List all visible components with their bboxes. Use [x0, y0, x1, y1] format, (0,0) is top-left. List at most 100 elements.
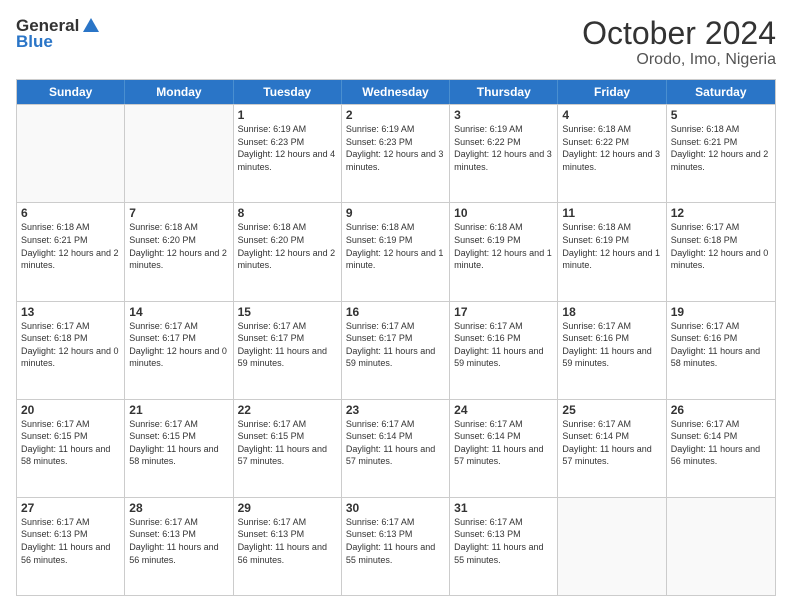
- calendar-header: SundayMondayTuesdayWednesdayThursdayFrid…: [17, 80, 775, 104]
- day-info: Sunrise: 6:18 AM Sunset: 6:19 PM Dayligh…: [454, 221, 553, 271]
- calendar-cell-12: 12Sunrise: 6:17 AM Sunset: 6:18 PM Dayli…: [667, 203, 775, 300]
- logo: General Blue: [16, 16, 101, 52]
- calendar: SundayMondayTuesdayWednesdayThursdayFrid…: [16, 79, 776, 596]
- calendar-cell-16: 16Sunrise: 6:17 AM Sunset: 6:17 PM Dayli…: [342, 302, 450, 399]
- calendar-cell-21: 21Sunrise: 6:17 AM Sunset: 6:15 PM Dayli…: [125, 400, 233, 497]
- week-row-1: 6Sunrise: 6:18 AM Sunset: 6:21 PM Daylig…: [17, 202, 775, 300]
- calendar-cell-19: 19Sunrise: 6:17 AM Sunset: 6:16 PM Dayli…: [667, 302, 775, 399]
- day-info: Sunrise: 6:17 AM Sunset: 6:16 PM Dayligh…: [671, 320, 771, 370]
- day-info: Sunrise: 6:17 AM Sunset: 6:17 PM Dayligh…: [238, 320, 337, 370]
- day-info: Sunrise: 6:18 AM Sunset: 6:21 PM Dayligh…: [671, 123, 771, 173]
- header-cell-thursday: Thursday: [450, 80, 558, 104]
- calendar-cell-6: 6Sunrise: 6:18 AM Sunset: 6:21 PM Daylig…: [17, 203, 125, 300]
- week-row-4: 27Sunrise: 6:17 AM Sunset: 6:13 PM Dayli…: [17, 497, 775, 595]
- title-section: October 2024 Orodo, Imo, Nigeria: [582, 16, 776, 69]
- calendar-cell-27: 27Sunrise: 6:17 AM Sunset: 6:13 PM Dayli…: [17, 498, 125, 595]
- day-info: Sunrise: 6:17 AM Sunset: 6:14 PM Dayligh…: [671, 418, 771, 468]
- day-number: 15: [238, 305, 337, 319]
- day-number: 19: [671, 305, 771, 319]
- day-info: Sunrise: 6:17 AM Sunset: 6:13 PM Dayligh…: [238, 516, 337, 566]
- calendar-cell-31: 31Sunrise: 6:17 AM Sunset: 6:13 PM Dayli…: [450, 498, 558, 595]
- day-info: Sunrise: 6:18 AM Sunset: 6:19 PM Dayligh…: [346, 221, 445, 271]
- day-number: 1: [238, 108, 337, 122]
- week-row-3: 20Sunrise: 6:17 AM Sunset: 6:15 PM Dayli…: [17, 399, 775, 497]
- day-info: Sunrise: 6:19 AM Sunset: 6:23 PM Dayligh…: [238, 123, 337, 173]
- calendar-cell-2: 2Sunrise: 6:19 AM Sunset: 6:23 PM Daylig…: [342, 105, 450, 202]
- header-cell-sunday: Sunday: [17, 80, 125, 104]
- calendar-cell-empty-6: [667, 498, 775, 595]
- day-number: 13: [21, 305, 120, 319]
- calendar-cell-15: 15Sunrise: 6:17 AM Sunset: 6:17 PM Dayli…: [234, 302, 342, 399]
- day-info: Sunrise: 6:17 AM Sunset: 6:16 PM Dayligh…: [562, 320, 661, 370]
- calendar-cell-8: 8Sunrise: 6:18 AM Sunset: 6:20 PM Daylig…: [234, 203, 342, 300]
- day-info: Sunrise: 6:18 AM Sunset: 6:19 PM Dayligh…: [562, 221, 661, 271]
- week-row-2: 13Sunrise: 6:17 AM Sunset: 6:18 PM Dayli…: [17, 301, 775, 399]
- calendar-cell-24: 24Sunrise: 6:17 AM Sunset: 6:14 PM Dayli…: [450, 400, 558, 497]
- day-info: Sunrise: 6:18 AM Sunset: 6:20 PM Dayligh…: [238, 221, 337, 271]
- calendar-cell-empty-0: [17, 105, 125, 202]
- day-number: 28: [129, 501, 228, 515]
- day-number: 2: [346, 108, 445, 122]
- day-info: Sunrise: 6:17 AM Sunset: 6:13 PM Dayligh…: [346, 516, 445, 566]
- day-number: 17: [454, 305, 553, 319]
- day-number: 11: [562, 206, 661, 220]
- day-number: 29: [238, 501, 337, 515]
- day-info: Sunrise: 6:17 AM Sunset: 6:17 PM Dayligh…: [129, 320, 228, 370]
- day-number: 25: [562, 403, 661, 417]
- location-title: Orodo, Imo, Nigeria: [582, 51, 776, 69]
- day-info: Sunrise: 6:17 AM Sunset: 6:14 PM Dayligh…: [346, 418, 445, 468]
- calendar-cell-30: 30Sunrise: 6:17 AM Sunset: 6:13 PM Dayli…: [342, 498, 450, 595]
- day-number: 24: [454, 403, 553, 417]
- header-cell-wednesday: Wednesday: [342, 80, 450, 104]
- day-info: Sunrise: 6:17 AM Sunset: 6:15 PM Dayligh…: [21, 418, 120, 468]
- day-number: 23: [346, 403, 445, 417]
- day-info: Sunrise: 6:17 AM Sunset: 6:18 PM Dayligh…: [671, 221, 771, 271]
- day-number: 5: [671, 108, 771, 122]
- page: General Blue October 2024 Orodo, Imo, Ni…: [0, 0, 792, 612]
- day-info: Sunrise: 6:17 AM Sunset: 6:13 PM Dayligh…: [21, 516, 120, 566]
- day-number: 8: [238, 206, 337, 220]
- day-number: 22: [238, 403, 337, 417]
- day-info: Sunrise: 6:18 AM Sunset: 6:20 PM Dayligh…: [129, 221, 228, 271]
- day-number: 26: [671, 403, 771, 417]
- calendar-cell-18: 18Sunrise: 6:17 AM Sunset: 6:16 PM Dayli…: [558, 302, 666, 399]
- logo-icon: [81, 16, 101, 36]
- calendar-cell-5: 5Sunrise: 6:18 AM Sunset: 6:21 PM Daylig…: [667, 105, 775, 202]
- day-number: 6: [21, 206, 120, 220]
- day-info: Sunrise: 6:18 AM Sunset: 6:21 PM Dayligh…: [21, 221, 120, 271]
- calendar-cell-7: 7Sunrise: 6:18 AM Sunset: 6:20 PM Daylig…: [125, 203, 233, 300]
- calendar-cell-14: 14Sunrise: 6:17 AM Sunset: 6:17 PM Dayli…: [125, 302, 233, 399]
- calendar-cell-11: 11Sunrise: 6:18 AM Sunset: 6:19 PM Dayli…: [558, 203, 666, 300]
- day-number: 21: [129, 403, 228, 417]
- header-cell-tuesday: Tuesday: [234, 80, 342, 104]
- calendar-cell-4: 4Sunrise: 6:18 AM Sunset: 6:22 PM Daylig…: [558, 105, 666, 202]
- calendar-cell-17: 17Sunrise: 6:17 AM Sunset: 6:16 PM Dayli…: [450, 302, 558, 399]
- day-number: 31: [454, 501, 553, 515]
- day-info: Sunrise: 6:17 AM Sunset: 6:18 PM Dayligh…: [21, 320, 120, 370]
- day-number: 9: [346, 206, 445, 220]
- calendar-cell-28: 28Sunrise: 6:17 AM Sunset: 6:13 PM Dayli…: [125, 498, 233, 595]
- day-number: 3: [454, 108, 553, 122]
- calendar-cell-9: 9Sunrise: 6:18 AM Sunset: 6:19 PM Daylig…: [342, 203, 450, 300]
- calendar-cell-10: 10Sunrise: 6:18 AM Sunset: 6:19 PM Dayli…: [450, 203, 558, 300]
- calendar-cell-13: 13Sunrise: 6:17 AM Sunset: 6:18 PM Dayli…: [17, 302, 125, 399]
- day-info: Sunrise: 6:17 AM Sunset: 6:13 PM Dayligh…: [454, 516, 553, 566]
- day-number: 18: [562, 305, 661, 319]
- day-number: 16: [346, 305, 445, 319]
- day-number: 14: [129, 305, 228, 319]
- calendar-cell-23: 23Sunrise: 6:17 AM Sunset: 6:14 PM Dayli…: [342, 400, 450, 497]
- header-cell-monday: Monday: [125, 80, 233, 104]
- calendar-cell-empty-1: [125, 105, 233, 202]
- day-info: Sunrise: 6:17 AM Sunset: 6:15 PM Dayligh…: [129, 418, 228, 468]
- day-info: Sunrise: 6:17 AM Sunset: 6:14 PM Dayligh…: [454, 418, 553, 468]
- day-info: Sunrise: 6:19 AM Sunset: 6:23 PM Dayligh…: [346, 123, 445, 173]
- day-number: 20: [21, 403, 120, 417]
- day-number: 10: [454, 206, 553, 220]
- day-number: 27: [21, 501, 120, 515]
- calendar-cell-3: 3Sunrise: 6:19 AM Sunset: 6:22 PM Daylig…: [450, 105, 558, 202]
- header-cell-friday: Friday: [558, 80, 666, 104]
- calendar-cell-22: 22Sunrise: 6:17 AM Sunset: 6:15 PM Dayli…: [234, 400, 342, 497]
- day-info: Sunrise: 6:17 AM Sunset: 6:13 PM Dayligh…: [129, 516, 228, 566]
- calendar-cell-empty-5: [558, 498, 666, 595]
- calendar-cell-20: 20Sunrise: 6:17 AM Sunset: 6:15 PM Dayli…: [17, 400, 125, 497]
